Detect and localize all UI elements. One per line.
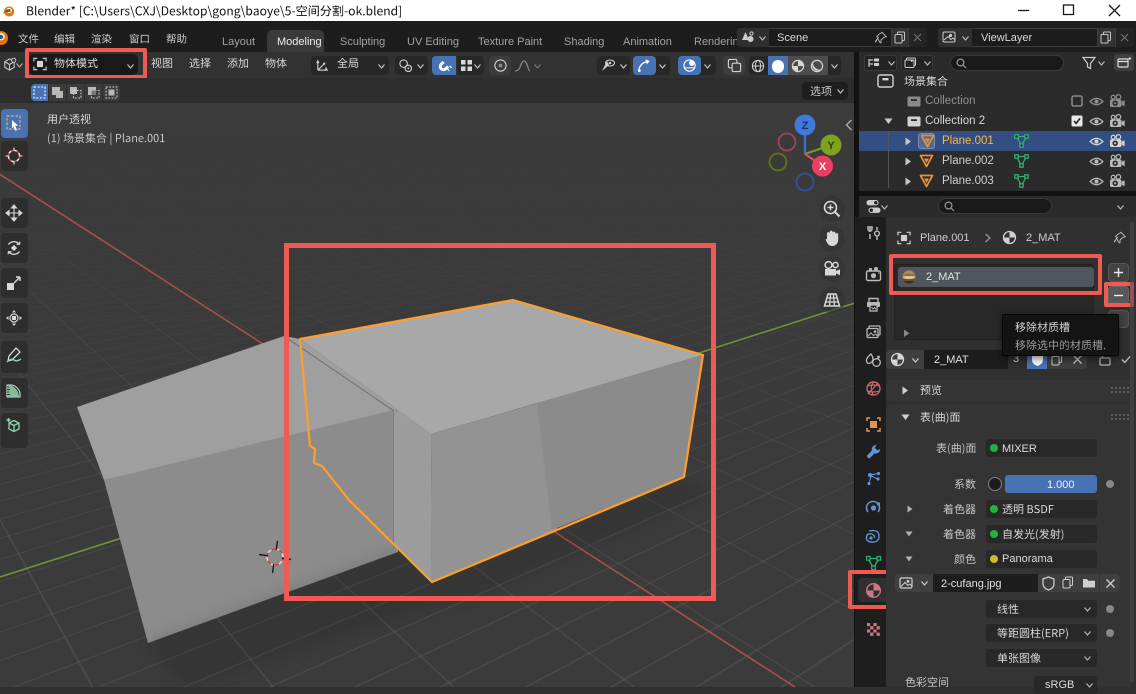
svg-text:Y: Y: [827, 140, 835, 152]
svg-text:X: X: [819, 161, 827, 173]
svg-text:Z: Z: [802, 120, 809, 132]
